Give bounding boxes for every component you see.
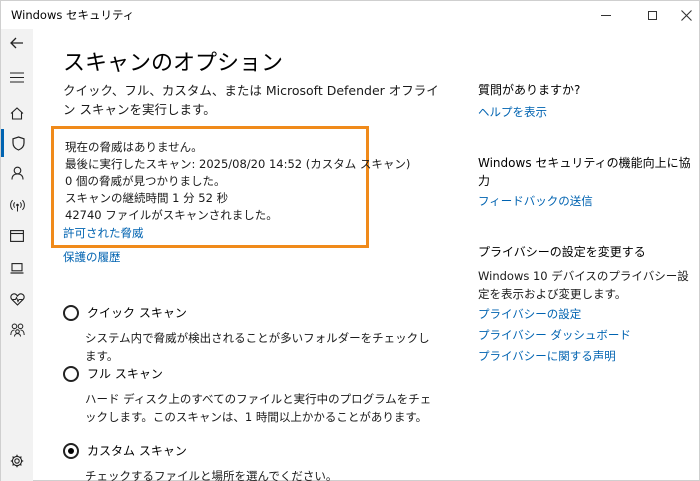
get-help-link[interactable]: ヘルプを表示 [478, 104, 547, 120]
family-icon [9, 323, 25, 337]
sidebar-item-device-performance[interactable] [1, 285, 33, 313]
quick-scan-label: クイック スキャン [87, 306, 187, 320]
status-current-threats: 現在の脅威はありません。 [65, 140, 203, 154]
gear-icon [10, 454, 24, 468]
laptop-icon [10, 262, 24, 274]
feedback-link[interactable]: フィードバックの送信 [478, 193, 593, 209]
back-arrow-icon [10, 37, 23, 49]
status-threats-found: 0 個の脅威が見つかりました。 [65, 174, 226, 188]
status-scan-duration: スキャンの継続時間 1 分 52 秒 [65, 191, 229, 205]
sidebar-item-account[interactable] [1, 159, 33, 187]
title-bar: Windows セキュリティ [1, 1, 699, 29]
privacy-heading: プライバシーの設定を変更する [478, 245, 646, 259]
full-scan-label: フル スキャン [87, 367, 163, 381]
full-scan-radio[interactable] [63, 366, 79, 382]
page-title: スキャンのオプション [63, 51, 284, 76]
minimize-icon [601, 14, 611, 16]
close-button[interactable] [663, 1, 700, 29]
protection-history-link[interactable]: 保護の履歴 [63, 249, 121, 265]
menu-button[interactable] [1, 63, 33, 91]
privacy-settings-link[interactable]: プライバシーの設定 [478, 306, 581, 322]
sidebar-item-device-security[interactable] [1, 254, 33, 282]
sidebar-item-virus-protection[interactable] [1, 129, 33, 157]
full-scan-description: ハード ディスク上のすべてのファイルと実行中のプログラムをチェックします。このス… [85, 392, 432, 424]
custom-scan-label: カスタム スキャン [87, 444, 187, 458]
app-browser-icon [10, 230, 24, 242]
maximize-icon [647, 10, 657, 20]
quick-scan-description: システム内で脅威が検出されることが多いフォルダーをチェックします。 [85, 331, 430, 363]
privacy-text: Windows 10 デバイスのプライバシー設定を表示および変更します。 [478, 269, 689, 301]
allowed-threats-link[interactable]: 許可された脅威 [63, 225, 144, 241]
custom-scan-radio[interactable] [63, 443, 79, 459]
heart-pulse-icon [9, 292, 25, 306]
improve-heading: Windows セキュリティの機能向上に協力 [478, 156, 691, 188]
page-description: クイック、フル、カスタム、または Microsoft Defender オフライ… [63, 83, 439, 117]
help-heading: 質問がありますか? [478, 83, 581, 97]
shield-icon [12, 135, 25, 151]
sidebar-item-app-browser[interactable] [1, 222, 33, 250]
person-icon [10, 166, 24, 180]
window-title: Windows セキュリティ [11, 8, 135, 22]
main-content: スキャンのオプション クイック、フル、カスタム、または Microsoft De… [33, 29, 699, 481]
hamburger-menu-icon [10, 71, 24, 83]
wireless-icon [9, 199, 25, 211]
privacy-statement-link[interactable]: プライバシーに関する声明 [478, 348, 616, 364]
sidebar-item-firewall[interactable] [1, 191, 33, 219]
sidebar-item-home[interactable] [1, 99, 33, 127]
sidebar-item-settings[interactable] [1, 447, 33, 475]
minimize-button[interactable] [583, 1, 629, 29]
close-icon [680, 9, 692, 21]
home-icon [10, 106, 24, 120]
app-window: Windows セキュリティ スキャンのオプション クイック、フル、カスタム、ま… [0, 0, 700, 481]
status-last-scan: 最後に実行したスキャン: 2025/08/20 14:52 (カスタム スキャン… [65, 157, 411, 171]
sidebar [1, 29, 33, 481]
status-files-scanned: 42740 ファイルがスキャンされました。 [65, 208, 278, 222]
privacy-dashboard-link[interactable]: プライバシー ダッシュボード [478, 327, 631, 343]
sidebar-item-family[interactable] [1, 316, 33, 344]
custom-scan-description: チェックするファイルと場所を選んでください。 [85, 469, 338, 481]
quick-scan-radio[interactable] [63, 305, 79, 321]
back-button[interactable] [1, 29, 33, 57]
